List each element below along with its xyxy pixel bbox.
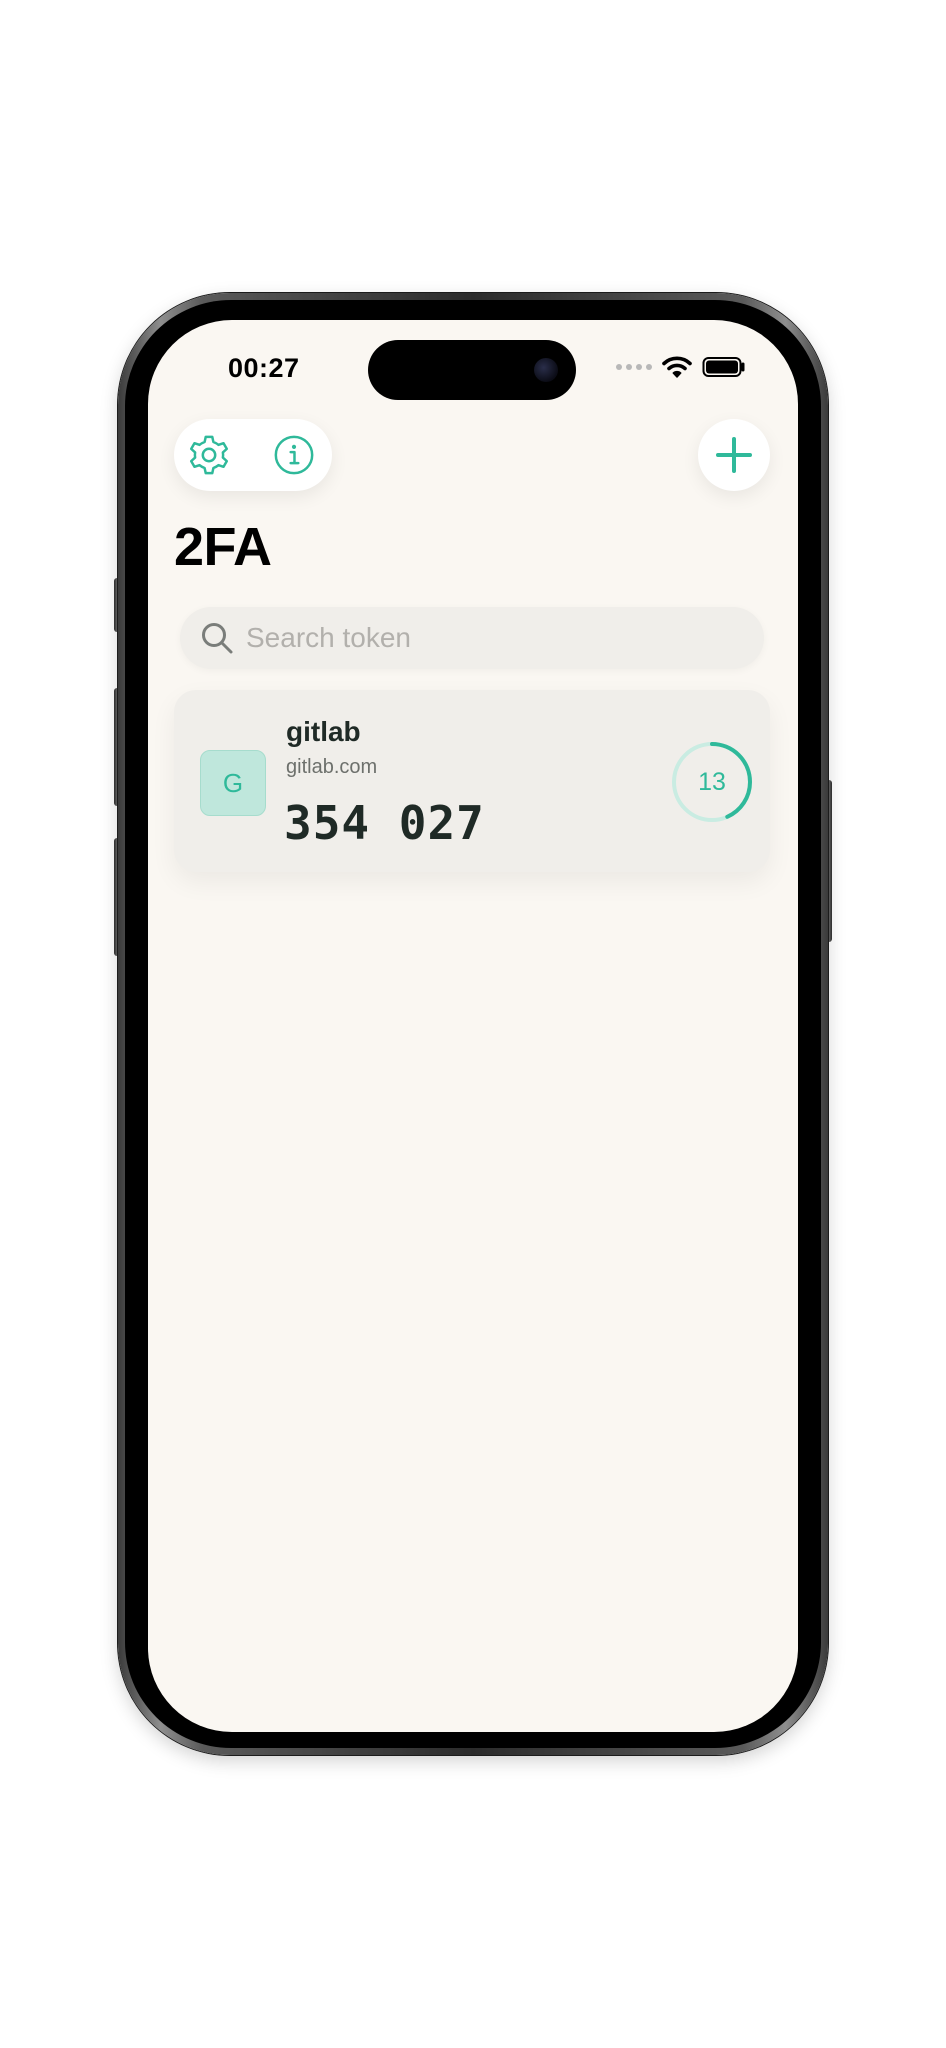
search-bar[interactable] <box>180 607 764 669</box>
front-camera <box>534 358 558 382</box>
token-card[interactable]: G gitlab gitlab.com 354 027 13 <box>174 690 770 872</box>
status-time: 00:27 <box>228 353 300 383</box>
toolbar-pill <box>174 419 332 491</box>
token-issuer: gitlab.com <box>286 756 378 778</box>
status-icons <box>616 356 746 378</box>
token-avatar: G <box>200 750 266 816</box>
search-input[interactable] <box>246 607 746 669</box>
add-token-button[interactable] <box>698 419 770 491</box>
wifi-icon <box>662 356 692 378</box>
plus-icon <box>716 437 752 473</box>
countdown-timer: 13 <box>670 740 754 824</box>
stage: 00:27 2FA Search token G gitlab gitlab.c… <box>0 0 946 2048</box>
search-icon <box>202 623 233 654</box>
settings-button[interactable] <box>187 433 231 477</box>
battery-icon <box>702 357 745 377</box>
gear-icon <box>189 435 229 475</box>
page-title: 2FA <box>174 517 272 577</box>
token-name: gitlab <box>286 716 361 747</box>
cellular-signal-icon <box>616 364 652 370</box>
dynamic-island <box>368 340 576 400</box>
app-screen: 00:27 2FA Search token G gitlab gitlab.c… <box>148 320 798 1732</box>
info-button[interactable] <box>272 433 316 477</box>
countdown-seconds: 13 <box>698 767 726 796</box>
info-icon <box>274 435 314 475</box>
token-code[interactable]: 354 027 <box>284 796 485 850</box>
